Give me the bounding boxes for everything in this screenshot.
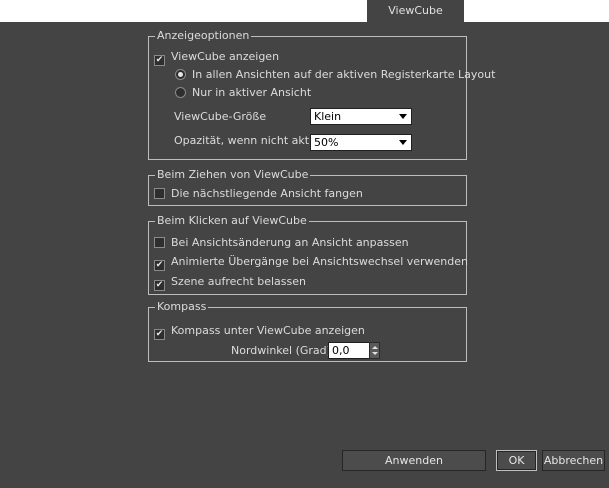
- snap-nearest-label: Die nächstliegende Ansicht fangen: [171, 187, 363, 200]
- fit-to-view-checkbox[interactable]: [154, 237, 165, 248]
- keep-upright-checkbox[interactable]: ✔: [154, 280, 165, 291]
- size-label: ViewCube-Größe: [174, 110, 267, 123]
- size-value: Klein: [314, 110, 342, 123]
- opacity-dropdown[interactable]: 50%: [310, 134, 412, 151]
- north-angle-spinner[interactable]: [369, 342, 380, 359]
- display-options-group: Anzeigeoptionen ✔ ViewCube anzeigen In al…: [148, 29, 495, 160]
- drag-title: Beim Ziehen von ViewCube: [155, 168, 311, 182]
- chevron-down-icon: [399, 114, 407, 119]
- snap-nearest-row[interactable]: Die nächstliegende Ansicht fangen: [154, 186, 363, 202]
- north-angle-label: Nordwinkel (Grad):: [231, 344, 335, 357]
- snap-nearest-checkbox[interactable]: [154, 188, 165, 199]
- animated-transitions-checkbox[interactable]: ✔: [154, 260, 165, 271]
- apply-button[interactable]: Anwenden: [342, 450, 486, 471]
- spinner-down-icon[interactable]: [372, 352, 378, 355]
- show-viewcube-row[interactable]: ✔ ViewCube anzeigen: [154, 49, 279, 66]
- radio-all-views-row[interactable]: In allen Ansichten auf der aktiven Regis…: [175, 67, 495, 83]
- drag-group: Beim Ziehen von ViewCube Die nächstliege…: [148, 168, 467, 206]
- click-group: Beim Klicken auf ViewCube Bei Ansichtsän…: [148, 214, 468, 295]
- animated-transitions-row[interactable]: ✔ Animierte Übergänge bei Ansichtswechsel…: [154, 254, 468, 271]
- keep-upright-row[interactable]: ✔ Szene aufrecht belassen: [154, 274, 306, 291]
- cancel-button[interactable]: Abbrechen: [542, 450, 605, 471]
- radio-all-views[interactable]: [175, 69, 186, 80]
- tab-viewcube[interactable]: ViewCube: [367, 0, 464, 22]
- compass-group: Kompass ✔ Kompass unter ViewCube anzeigen…: [148, 300, 467, 362]
- show-compass-label: Kompass unter ViewCube anzeigen: [171, 324, 365, 337]
- radio-active-view-row[interactable]: Nur in aktiver Ansicht: [175, 85, 311, 101]
- spinner-up-icon[interactable]: [372, 346, 378, 349]
- click-title: Beim Klicken auf ViewCube: [155, 214, 309, 228]
- radio-all-views-label: In allen Ansichten auf der aktiven Regis…: [192, 68, 496, 81]
- compass-title: Kompass: [155, 300, 209, 314]
- show-compass-row[interactable]: ✔ Kompass unter ViewCube anzeigen: [154, 323, 365, 340]
- display-options-title: Anzeigeoptionen: [155, 29, 252, 43]
- show-compass-checkbox[interactable]: ✔: [154, 329, 165, 340]
- animated-transitions-label: Animierte Übergänge bei Ansichtswechsel …: [171, 255, 469, 268]
- chevron-down-icon: [399, 140, 407, 145]
- ok-button[interactable]: OK: [496, 450, 537, 471]
- opacity-label: Opazität, wenn nicht aktiv: [174, 134, 319, 147]
- radio-active-view[interactable]: [175, 87, 186, 98]
- show-viewcube-checkbox[interactable]: ✔: [154, 55, 165, 66]
- north-angle-input[interactable]: 0,0: [328, 342, 370, 359]
- fit-to-view-row[interactable]: Bei Ansichtsänderung an Ansicht anpassen: [154, 235, 409, 251]
- fit-to-view-label: Bei Ansichtsänderung an Ansicht anpassen: [171, 236, 409, 249]
- show-viewcube-label: ViewCube anzeigen: [171, 50, 280, 63]
- tab-bar: ViewCube: [0, 0, 609, 22]
- radio-active-view-label: Nur in aktiver Ansicht: [192, 86, 312, 99]
- size-dropdown[interactable]: Klein: [310, 108, 412, 125]
- keep-upright-label: Szene aufrecht belassen: [171, 275, 306, 288]
- opacity-value: 50%: [314, 136, 339, 149]
